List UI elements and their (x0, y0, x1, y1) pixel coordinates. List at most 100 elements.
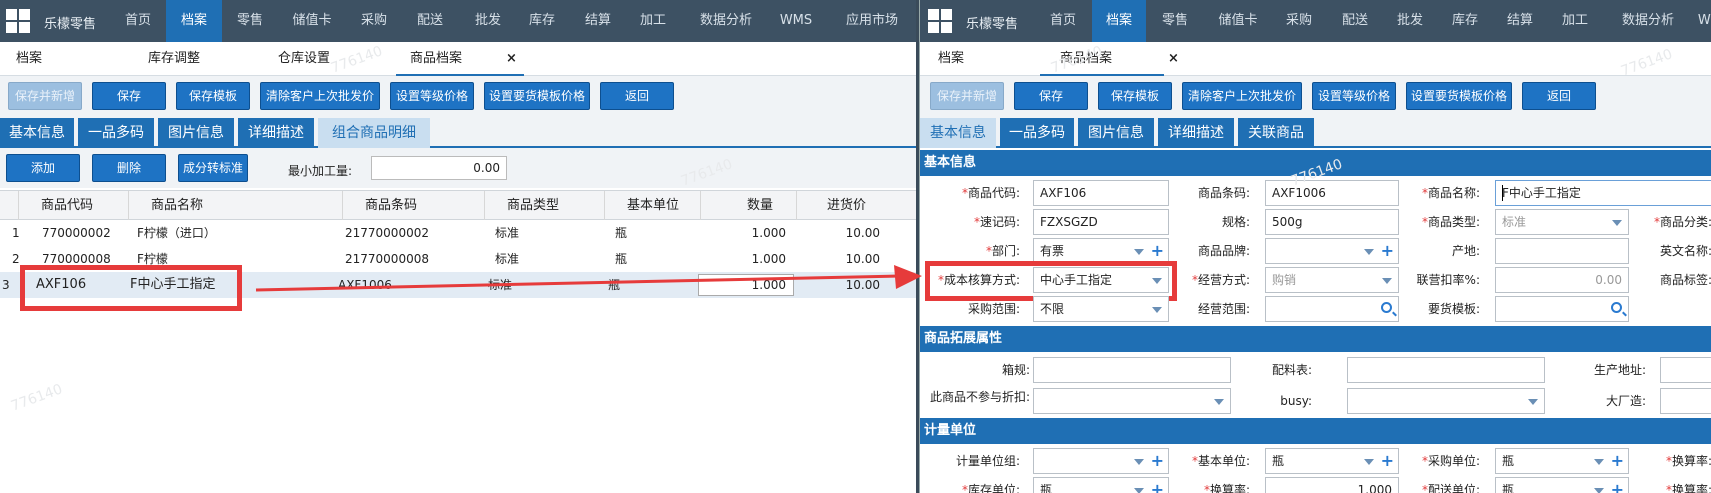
barcode-input[interactable]: AXF1006 (1265, 180, 1399, 206)
search-icon[interactable] (1611, 302, 1622, 313)
nav-inventory[interactable]: 库存 (1440, 0, 1490, 42)
add-icon[interactable]: + (1151, 240, 1164, 262)
quick-code-input[interactable]: FZXSGZD (1033, 209, 1169, 235)
tab-stock-adjust[interactable]: 库存调整 (148, 42, 200, 76)
col-unit[interactable]: 基本单位 (604, 191, 700, 220)
biz-mode-select[interactable]: 购销 (1265, 267, 1399, 293)
set-order-template-price-button[interactable]: 设置要货模板价格 (484, 82, 590, 110)
delete-button[interactable]: 删除 (92, 154, 166, 182)
search-icon[interactable] (1381, 302, 1392, 313)
nav-retail[interactable]: 零售 (1150, 0, 1200, 42)
unit-group-select[interactable]: + (1033, 448, 1169, 474)
tab-basic-info[interactable]: 基本信息 (0, 118, 74, 148)
save-button[interactable]: 保存 (92, 82, 166, 110)
busy-select[interactable] (1347, 388, 1545, 414)
nav-wms[interactable]: WMS (772, 0, 820, 42)
set-order-template-price-button[interactable]: 设置要货模板价格 (1406, 82, 1512, 110)
tab-product-archive[interactable]: 商品档案 (396, 42, 524, 76)
nav-home[interactable]: 首页 (1038, 0, 1088, 42)
nav-stored-card[interactable]: 储值卡 (282, 0, 342, 42)
tab-images[interactable]: 图片信息 (1078, 118, 1154, 148)
table-row[interactable]: 1 770000002 F柠檬（进口） 21770000002 标准 瓶 1.0… (0, 220, 916, 246)
biz-scope-input[interactable] (1265, 296, 1399, 322)
tab-combo-details[interactable]: 组合商品明细 (318, 118, 430, 148)
tab-related-products[interactable]: 关联商品 (1238, 118, 1314, 148)
purchase-unit-select[interactable]: 瓶 + (1495, 448, 1629, 474)
to-standard-button[interactable]: 成分转标准 (178, 154, 248, 182)
close-tab-icon[interactable]: × (506, 42, 517, 76)
clear-last-wholesale-price-button[interactable]: 清除客户上次批发价 (1182, 82, 1302, 110)
production-address-input[interactable] (1660, 357, 1711, 383)
product-type-select[interactable]: 标准 (1495, 209, 1629, 235)
add-icon[interactable]: + (1151, 450, 1164, 472)
tab-details[interactable]: 详细描述 (1158, 118, 1234, 148)
brand-select[interactable]: + (1265, 238, 1399, 264)
tab-multi-barcode[interactable]: 一品多码 (78, 118, 154, 148)
origin-input[interactable] (1495, 238, 1629, 264)
min-process-input[interactable]: 0.00 (371, 156, 507, 180)
nav-home[interactable]: 首页 (112, 0, 164, 42)
set-level-price-button[interactable]: 设置等级价格 (390, 82, 474, 110)
nav-distribution[interactable]: 配送 (1330, 0, 1380, 42)
add-button[interactable]: 添加 (6, 154, 80, 182)
base-unit-select[interactable]: 瓶 + (1265, 448, 1399, 474)
add-icon[interactable]: + (1611, 479, 1624, 493)
save-and-new-button[interactable]: 保存并新增 (8, 82, 82, 110)
col-type[interactable]: 商品类型 (484, 191, 604, 220)
no-discount-select[interactable] (1033, 388, 1231, 414)
cell-qty[interactable]: 1.000 (700, 272, 786, 298)
order-template-input[interactable] (1495, 296, 1629, 322)
tab-details[interactable]: 详细描述 (238, 118, 314, 148)
col-price[interactable]: 进货价 (796, 191, 888, 220)
nav-wholesale[interactable]: 批发 (462, 0, 514, 42)
close-tab-icon[interactable]: × (1168, 42, 1179, 76)
nav-stored-card[interactable]: 储值卡 (1208, 0, 1268, 42)
add-icon[interactable]: + (1381, 450, 1394, 472)
factory-input[interactable] (1660, 388, 1711, 414)
col-qty[interactable]: 数量 (700, 191, 796, 220)
nav-inventory[interactable]: 库存 (516, 0, 568, 42)
tab-basic-info[interactable]: 基本信息 (920, 118, 996, 148)
save-template-button[interactable]: 保存模板 (1098, 82, 1172, 110)
tab-multi-barcode[interactable]: 一品多码 (1000, 118, 1074, 148)
back-button[interactable]: 返回 (600, 82, 674, 110)
nav-archive[interactable]: 档案 (1092, 0, 1146, 42)
tab-archive[interactable]: 档案 (938, 42, 964, 76)
tab-images[interactable]: 图片信息 (158, 118, 234, 148)
rate2-input[interactable]: 1.000 (1265, 477, 1399, 493)
save-template-button[interactable]: 保存模板 (176, 82, 250, 110)
back-button[interactable]: 返回 (1522, 82, 1596, 110)
purchase-scope-select[interactable]: 不限 (1033, 296, 1169, 322)
add-icon[interactable]: + (1381, 240, 1394, 262)
spec-input[interactable]: 500g (1265, 209, 1399, 235)
ship-unit-select[interactable]: 瓶 + (1495, 477, 1629, 493)
nav-wms[interactable]: WMS (1694, 0, 1711, 42)
nav-data-analysis[interactable]: 数据分析 (688, 0, 764, 42)
col-name[interactable]: 商品名称 (128, 191, 342, 220)
nav-data-analysis[interactable]: 数据分析 (1610, 0, 1686, 42)
stock-unit-select[interactable]: 瓶 + (1033, 477, 1169, 493)
add-icon[interactable]: + (1611, 450, 1624, 472)
save-and-new-button[interactable]: 保存并新增 (930, 82, 1004, 110)
clear-last-wholesale-price-button[interactable]: 清除客户上次批发价 (260, 82, 380, 110)
save-button[interactable]: 保存 (1014, 82, 1088, 110)
nav-wholesale[interactable]: 批发 (1385, 0, 1435, 42)
tab-product-archive[interactable]: 商品档案 (1040, 42, 1164, 76)
nav-retail[interactable]: 零售 (224, 0, 276, 42)
tab-archive[interactable]: 档案 (16, 42, 42, 76)
product-code-input[interactable]: AXF106 (1033, 180, 1169, 206)
nav-settlement[interactable]: 结算 (572, 0, 624, 42)
discount-rate-input[interactable]: 0.00 (1495, 267, 1629, 293)
nav-archive[interactable]: 档案 (166, 0, 222, 42)
nav-app-market[interactable]: 应用市场 (834, 0, 910, 42)
nav-settlement[interactable]: 结算 (1495, 0, 1545, 42)
tab-warehouse-setup[interactable]: 仓库设置 (278, 42, 330, 76)
nav-processing[interactable]: 加工 (627, 0, 679, 42)
apps-grid-icon[interactable] (6, 9, 30, 33)
nav-distribution[interactable]: 配送 (404, 0, 456, 42)
apps-grid-icon[interactable] (928, 9, 952, 33)
col-code[interactable]: 商品代码 (18, 191, 128, 220)
col-barcode[interactable]: 商品条码 (342, 191, 484, 220)
set-level-price-button[interactable]: 设置等级价格 (1312, 82, 1396, 110)
product-name-input[interactable]: F中心手工指定 (1495, 180, 1711, 206)
